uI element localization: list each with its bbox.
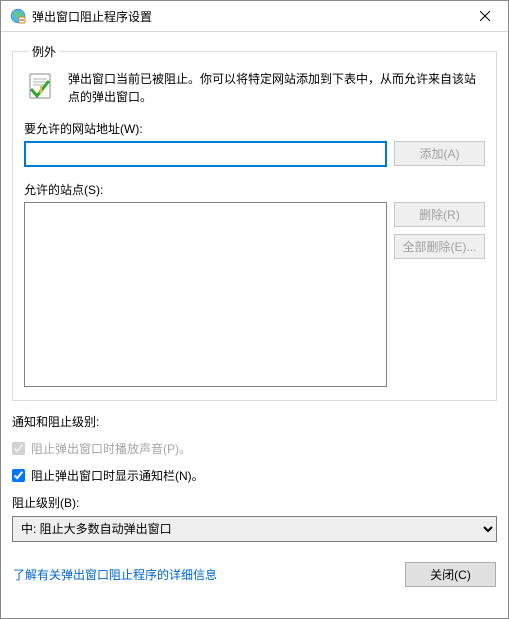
play-sound-checkbox[interactable] <box>12 442 25 455</box>
document-allow-icon <box>24 70 56 102</box>
address-input[interactable] <box>24 141 387 167</box>
notify-section: 通知和阻止级别: 阻止弹出窗口时播放声音(P)。 阻止弹出窗口时显示通知栏(N)… <box>12 413 497 542</box>
block-level-label: 阻止级别(B): <box>12 494 497 511</box>
play-sound-label: 阻止弹出窗口时播放声音(P)。 <box>31 440 191 457</box>
notify-heading: 通知和阻止级别: <box>12 413 497 430</box>
allowed-sites-list[interactable] <box>24 202 387 387</box>
close-button[interactable]: 关闭(C) <box>405 562 496 587</box>
show-bar-label: 阻止弹出窗口时显示通知栏(N)。 <box>31 467 204 484</box>
exceptions-group: 例外 弹出窗口当前已被阻止。你可以将特定网站添加到下表中，从而允许来自该站点的弹… <box>12 43 497 401</box>
titlebar: 弹出窗口阻止程序设置 <box>1 1 508 32</box>
close-icon <box>480 11 490 21</box>
add-button[interactable]: 添加(A) <box>394 141 485 166</box>
window-title: 弹出窗口阻止程序设置 <box>32 8 462 25</box>
show-bar-checkbox[interactable] <box>12 469 25 482</box>
remove-button[interactable]: 删除(R) <box>394 202 485 227</box>
block-level-select[interactable]: 中: 阻止大多数自动弹出窗口 <box>12 516 497 542</box>
address-label: 要允许的网站地址(W): <box>24 120 485 137</box>
learn-more-link[interactable]: 了解有关弹出窗口阻止程序的详细信息 <box>13 566 217 583</box>
remove-all-button[interactable]: 全部删除(E)... <box>394 234 485 259</box>
popup-blocker-icon <box>10 8 26 24</box>
allowed-sites-label: 允许的站点(S): <box>24 181 485 198</box>
intro-text: 弹出窗口当前已被阻止。你可以将特定网站添加到下表中，从而允许来自该站点的弹出窗口… <box>68 70 485 106</box>
window-close-button[interactable] <box>462 1 508 32</box>
intro-row: 弹出窗口当前已被阻止。你可以将特定网站添加到下表中，从而允许来自该站点的弹出窗口… <box>24 70 485 106</box>
exceptions-legend: 例外 <box>28 43 60 60</box>
